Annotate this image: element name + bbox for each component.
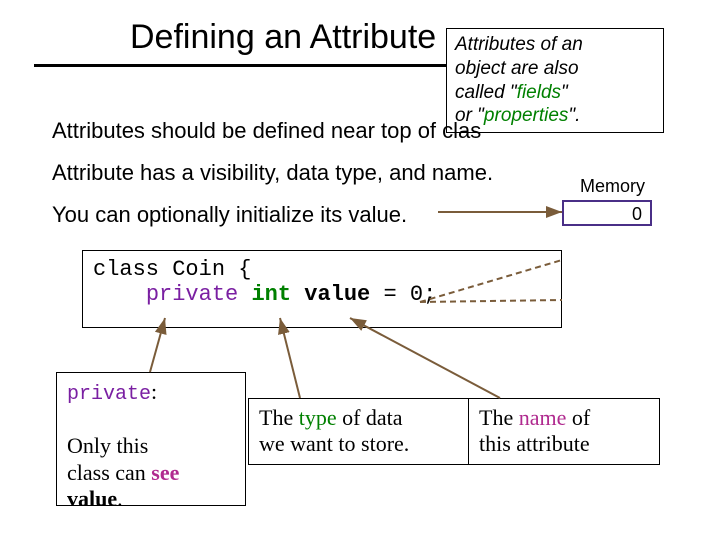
tip-properties: properties xyxy=(484,105,569,126)
tip-l1: Attributes of an xyxy=(455,34,583,55)
cap-type-l1c: of data xyxy=(337,405,403,430)
tip-fields: fields xyxy=(517,82,561,103)
tip-l3c: " xyxy=(561,82,568,103)
cap-private-colon: : xyxy=(151,379,157,404)
tip-l3a: called " xyxy=(455,82,517,103)
caption-private: private: Only this class can see value. xyxy=(56,372,246,506)
tip-l2: object are also xyxy=(455,58,579,79)
cap-private-l1: Only this xyxy=(67,433,148,458)
cap-private-value: value xyxy=(67,486,117,511)
cap-name-l1a: The xyxy=(479,405,519,430)
code-line-2: private int value = 0; xyxy=(93,282,551,307)
cap-private-see: see xyxy=(151,460,179,485)
cap-type-l2: we want to store. xyxy=(259,431,409,456)
code-value: value xyxy=(304,282,370,307)
body-line-1: Attributes should be defined near top of… xyxy=(52,118,481,144)
tip-l4c: ". xyxy=(568,105,580,126)
cap-name-l2: this attribute xyxy=(479,431,590,456)
arrow-name xyxy=(350,318,500,398)
body-line-2: Attribute has a visibility, data type, a… xyxy=(52,160,493,186)
code-box: class Coin { private int value = 0; xyxy=(82,250,562,328)
memory-label: Memory xyxy=(580,176,645,197)
code-int: int xyxy=(251,282,291,307)
arrow-type xyxy=(280,318,300,398)
cap-private-kw: private xyxy=(67,383,151,406)
body-line-3: You can optionally initialize its value. xyxy=(52,202,407,228)
cap-private-l2a: class can xyxy=(67,460,151,485)
page-title: Defining an Attribute xyxy=(130,18,436,57)
caption-name: The name of this attribute xyxy=(468,398,660,465)
cap-name-word: name xyxy=(519,405,567,430)
cap-type-word: type xyxy=(299,405,337,430)
code-indent xyxy=(93,282,146,307)
memory-cell: 0 xyxy=(562,200,652,226)
cap-type-l1a: The xyxy=(259,405,299,430)
caption-type: The type of data we want to store. xyxy=(248,398,470,465)
cap-name-l1c: of xyxy=(566,405,590,430)
code-line-1: class Coin { xyxy=(93,257,551,282)
code-private: private xyxy=(146,282,238,307)
code-rest: = 0; xyxy=(370,282,436,307)
cap-private-dot: . xyxy=(117,486,123,511)
